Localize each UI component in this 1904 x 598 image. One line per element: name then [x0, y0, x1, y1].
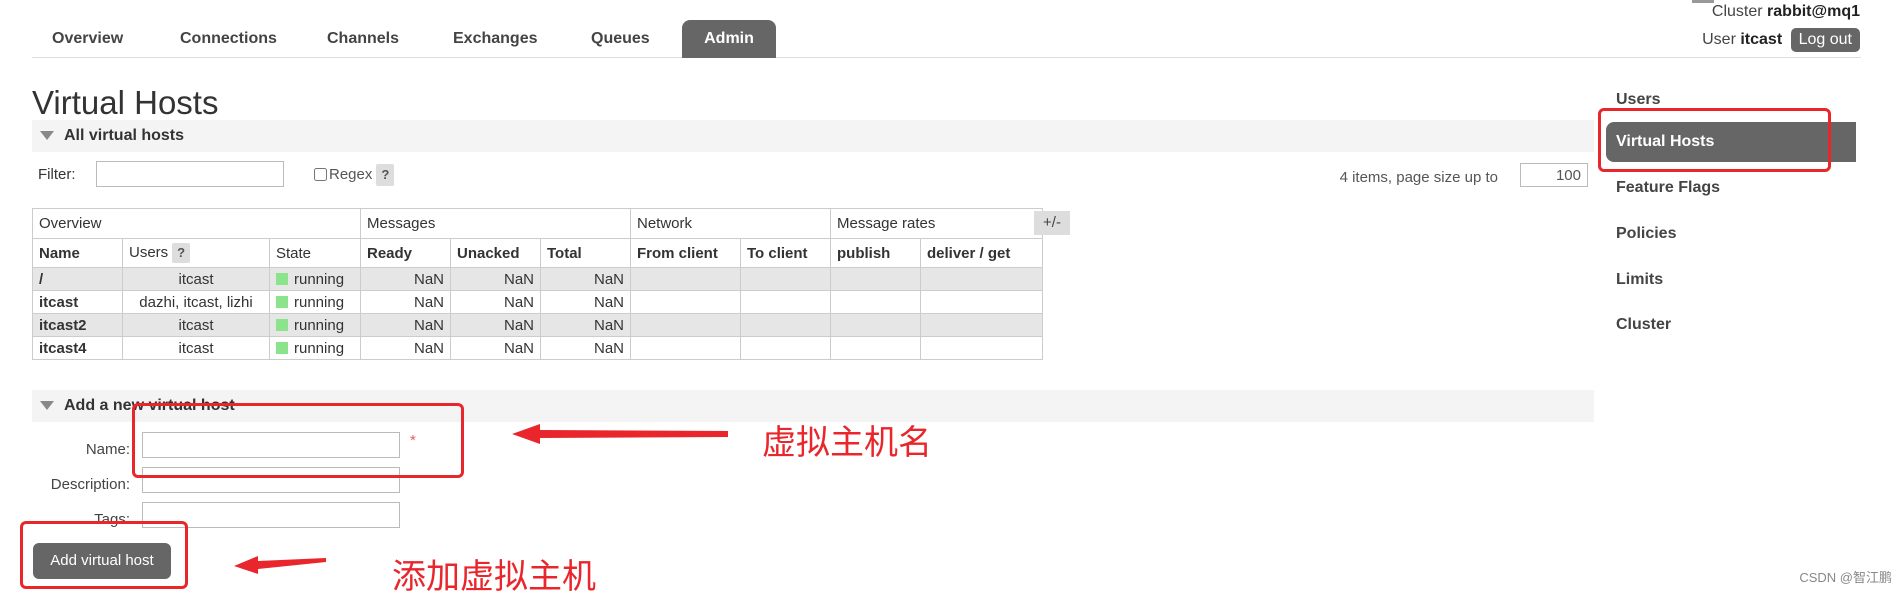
arrow-icon: [234, 556, 326, 574]
annotation-text-add-vhost: 添加虚拟主机: [392, 557, 596, 597]
arrow-icon: [512, 424, 728, 444]
annotation-arrows: [234, 424, 728, 574]
annotation-text-vhost-name: 虚拟主机名: [762, 423, 932, 463]
watermark: CSDN @智江鹏: [1799, 570, 1892, 585]
